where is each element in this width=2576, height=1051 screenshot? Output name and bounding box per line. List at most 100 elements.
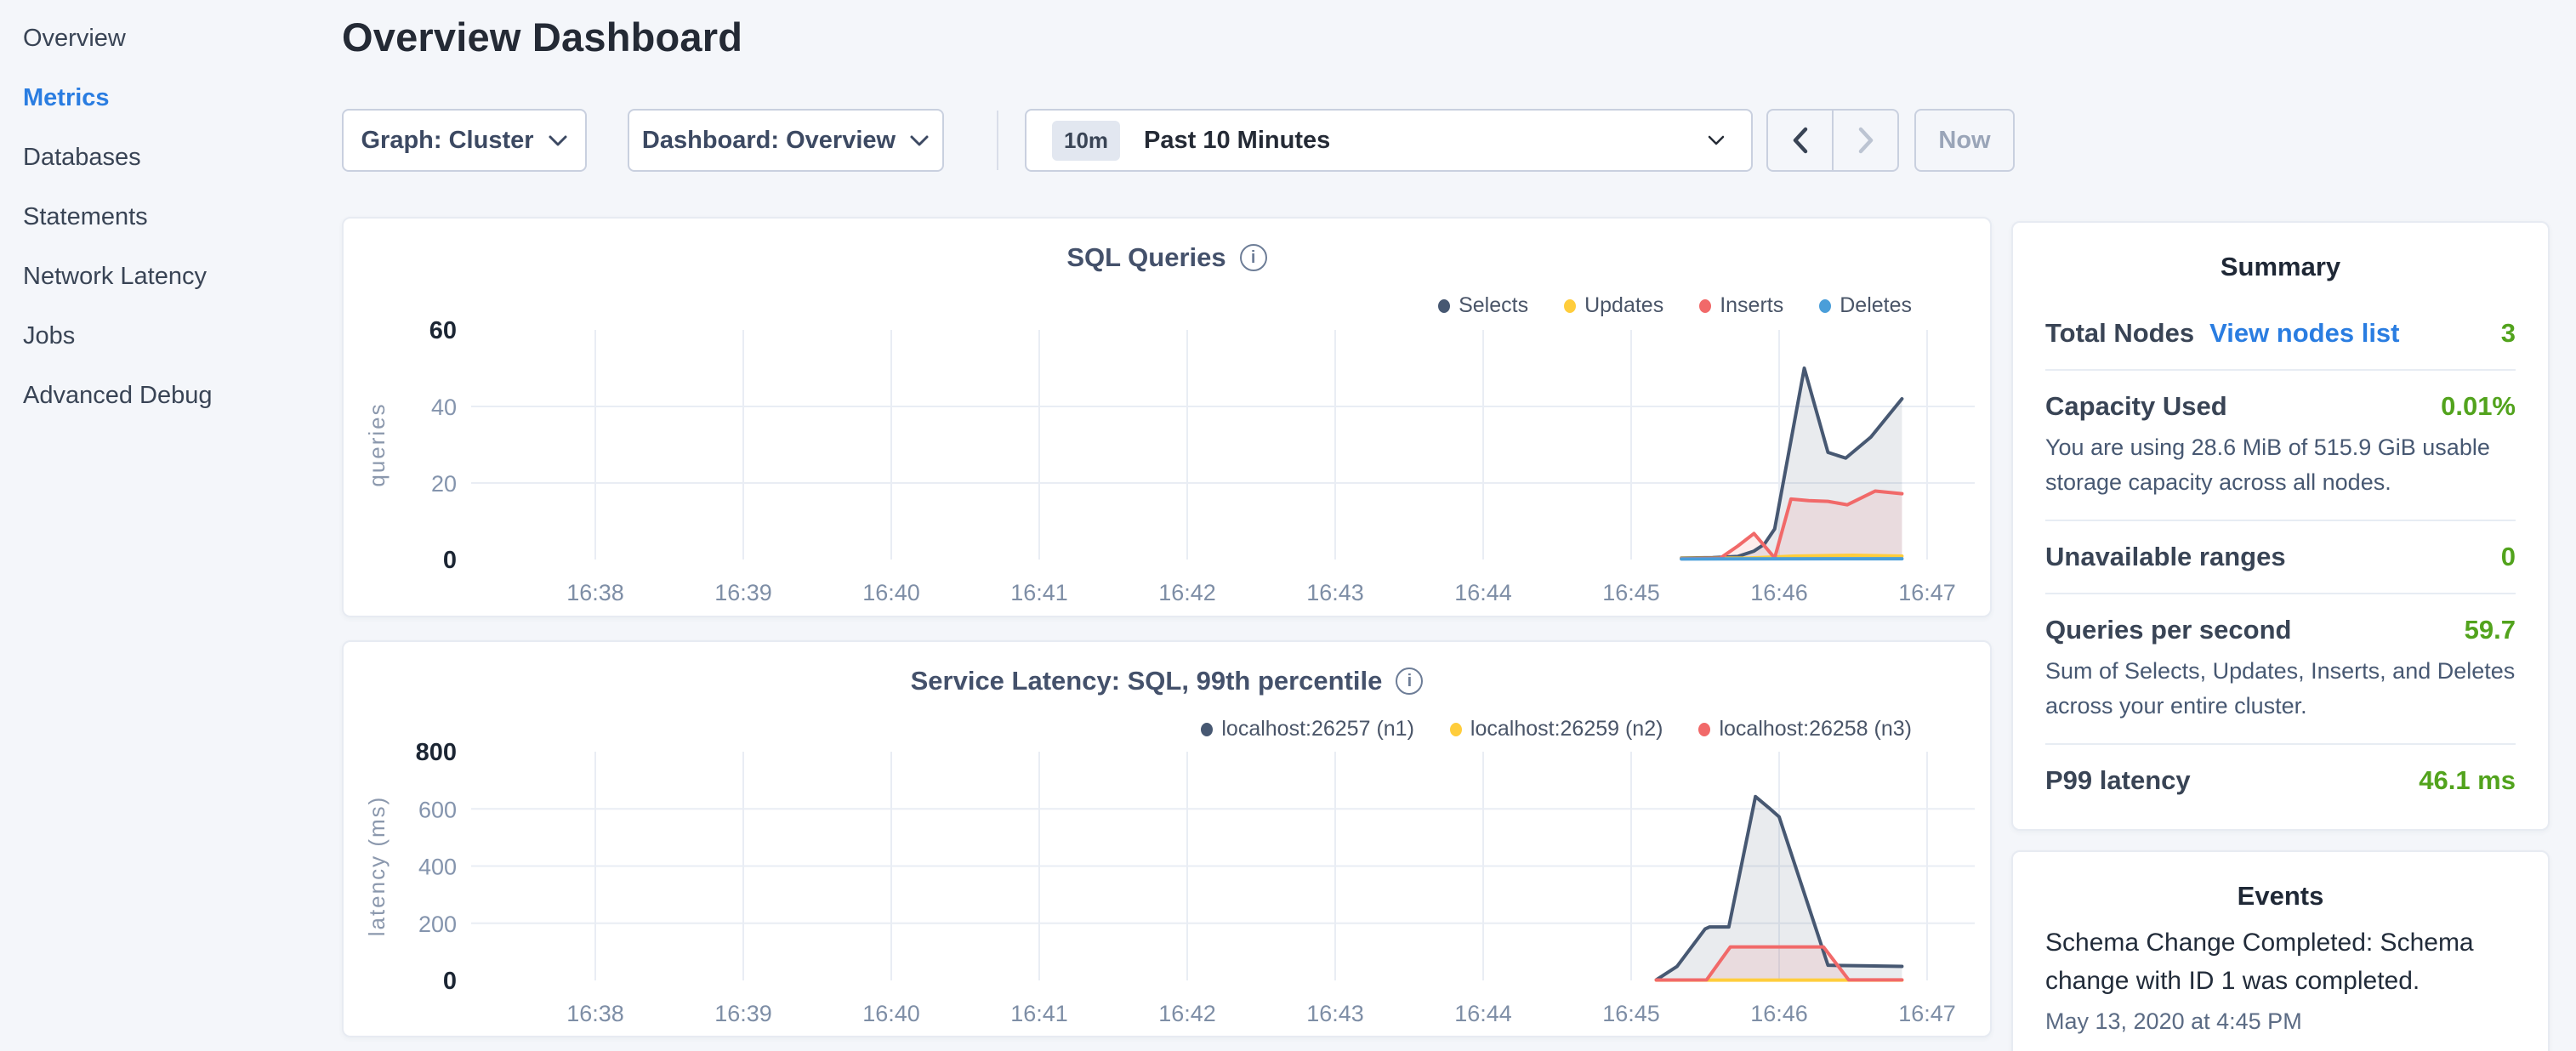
legend-item[interactable]: Selects — [1438, 293, 1528, 318]
sidebar-item-advanced-debug[interactable]: Advanced Debug — [0, 366, 340, 425]
legend-label: localhost:26259 (n2) — [1470, 717, 1663, 741]
stat-capacity-used: Capacity Used 0.01% You are using 28.6 M… — [2045, 371, 2516, 521]
service-latency-chart[interactable]: 16:3816:3916:4016:4116:4216:4316:4416:45… — [344, 642, 1990, 1036]
time-step-buttons — [1766, 109, 1899, 172]
info-icon[interactable] — [1396, 668, 1423, 695]
svg-text:60: 60 — [429, 317, 457, 344]
stat-value: 0.01% — [2441, 391, 2516, 422]
stat-description: Sum of Selects, Updates, Inserts, and De… — [2045, 654, 2516, 723]
sidebar-item-statements[interactable]: Statements — [0, 187, 340, 247]
legend-label: Updates — [1584, 293, 1663, 318]
svg-text:16:38: 16:38 — [566, 1001, 624, 1026]
controls-divider — [997, 111, 998, 170]
svg-text:16:42: 16:42 — [1158, 580, 1216, 605]
svg-text:16:43: 16:43 — [1306, 1001, 1364, 1026]
chevron-right-icon — [1857, 126, 1875, 155]
svg-text:0: 0 — [443, 547, 457, 574]
chevron-down-icon — [1707, 134, 1726, 146]
sidebar-item-overview[interactable]: Overview — [0, 9, 340, 68]
sidebar: Overview Metrics Databases Statements Ne… — [0, 0, 340, 1051]
info-icon[interactable] — [1240, 244, 1267, 271]
dashboard-dropdown[interactable]: Dashboard: Overview — [628, 109, 944, 172]
legend-item[interactable]: Deletes — [1819, 293, 1912, 318]
svg-text:16:39: 16:39 — [714, 1001, 772, 1026]
svg-text:40: 40 — [431, 395, 457, 420]
time-range-badge: 10m — [1052, 121, 1120, 161]
sidebar-item-metrics[interactable]: Metrics — [0, 68, 340, 128]
legend-item[interactable]: localhost:26259 (n2) — [1450, 717, 1663, 741]
legend-label: Selects — [1459, 293, 1528, 318]
legend-item[interactable]: Updates — [1564, 293, 1663, 318]
stat-p99-latency: P99 latency 46.1 ms — [2045, 745, 2516, 816]
view-nodes-list-link[interactable]: View nodes list — [2209, 318, 2399, 349]
svg-text:16:44: 16:44 — [1454, 580, 1512, 605]
svg-text:400: 400 — [418, 855, 457, 880]
stat-value: 3 — [2501, 318, 2516, 349]
legend-dot-icon — [1564, 299, 1576, 313]
stat-label: Unavailable ranges — [2045, 542, 2286, 572]
stat-label: Total Nodes — [2045, 318, 2194, 349]
svg-text:200: 200 — [418, 912, 457, 937]
legend-dot-icon — [1699, 299, 1711, 313]
legend-item[interactable]: Inserts — [1699, 293, 1783, 318]
sidebar-item-databases[interactable]: Databases — [0, 128, 340, 187]
svg-text:16:40: 16:40 — [862, 580, 920, 605]
svg-text:20: 20 — [431, 471, 457, 497]
svg-text:queries: queries — [364, 402, 390, 486]
stat-value: 0 — [2501, 542, 2516, 572]
chart-legend: Selects Updates Inserts Deletes — [1438, 293, 1912, 318]
svg-text:16:39: 16:39 — [714, 580, 772, 605]
stat-queries-per-second: Queries per second 59.7 Sum of Selects, … — [2045, 594, 2516, 745]
event-timestamp: May 13, 2020 at 4:45 PM — [2045, 1008, 2516, 1035]
page-title: Overview Dashboard — [342, 14, 742, 60]
svg-text:latency (ms): latency (ms) — [364, 796, 390, 937]
legend-label: localhost:26257 (n1) — [1221, 717, 1414, 741]
svg-text:16:46: 16:46 — [1750, 1001, 1808, 1026]
legend-dot-icon — [1698, 723, 1710, 736]
stat-description: You are using 28.6 MiB of 515.9 GiB usab… — [2045, 430, 2516, 499]
time-range-label: Past 10 Minutes — [1144, 127, 1330, 155]
legend-label: Deletes — [1840, 293, 1912, 318]
chart-title: SQL Queries — [1066, 242, 1225, 273]
stat-label: P99 latency — [2045, 765, 2191, 796]
legend-item[interactable]: localhost:26258 (n3) — [1698, 717, 1912, 741]
chevron-down-icon — [548, 134, 568, 147]
sql-queries-chart[interactable]: 16:3816:3916:4016:4116:4216:4316:4416:45… — [344, 219, 1990, 616]
event-item[interactable]: Schema Change Completed: Schema change w… — [2045, 923, 2516, 1035]
stat-value: 46.1 ms — [2419, 765, 2516, 796]
legend-dot-icon — [1201, 723, 1213, 736]
time-range-picker[interactable]: 10m Past 10 Minutes — [1025, 109, 1753, 172]
stat-total-nodes: Total Nodes View nodes list 3 — [2045, 298, 2516, 371]
legend-dot-icon — [1819, 299, 1831, 313]
time-back-button[interactable] — [1768, 111, 1834, 170]
svg-text:16:42: 16:42 — [1158, 1001, 1216, 1026]
svg-text:16:46: 16:46 — [1750, 580, 1808, 605]
stat-label: Queries per second — [2045, 615, 2291, 645]
svg-text:16:41: 16:41 — [1010, 1001, 1068, 1026]
svg-text:16:40: 16:40 — [862, 1001, 920, 1026]
sql-queries-card: SQL Queries Selects Updates Inserts Deletes… — [342, 217, 1992, 617]
now-button[interactable]: Now — [1914, 109, 2015, 172]
chart-title: Service Latency: SQL, 99th percentile — [911, 666, 1383, 696]
legend-label: Inserts — [1720, 293, 1783, 318]
svg-text:16:45: 16:45 — [1602, 580, 1660, 605]
svg-text:16:47: 16:47 — [1898, 1001, 1956, 1026]
svg-text:16:47: 16:47 — [1898, 580, 1956, 605]
legend-dot-icon — [1450, 723, 1462, 736]
svg-text:16:41: 16:41 — [1010, 580, 1068, 605]
time-forward-button[interactable] — [1834, 111, 1897, 170]
svg-text:16:43: 16:43 — [1306, 580, 1364, 605]
events-panel: Events Schema Change Completed: Schema c… — [2011, 850, 2550, 1051]
graph-dropdown-label: Graph: Cluster — [361, 127, 533, 155]
graph-dropdown[interactable]: Graph: Cluster — [342, 109, 587, 172]
svg-text:800: 800 — [416, 739, 457, 766]
legend-item[interactable]: localhost:26257 (n1) — [1201, 717, 1414, 741]
stat-label: Capacity Used — [2045, 391, 2227, 422]
chevron-left-icon — [1791, 126, 1810, 155]
sidebar-item-network-latency[interactable]: Network Latency — [0, 247, 340, 306]
chevron-down-icon — [909, 134, 930, 147]
svg-text:16:44: 16:44 — [1454, 1001, 1512, 1026]
events-title: Events — [2013, 852, 2548, 912]
event-text: Schema Change Completed: Schema change w… — [2045, 923, 2516, 1000]
sidebar-item-jobs[interactable]: Jobs — [0, 306, 340, 366]
